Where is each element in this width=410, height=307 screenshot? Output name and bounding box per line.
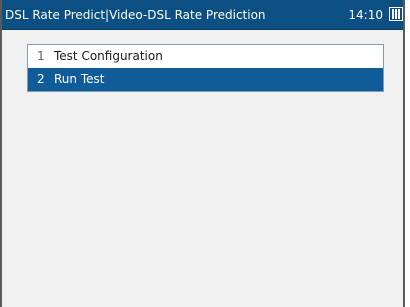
menu-item-label: Run Test [54, 72, 105, 86]
clock: 14:10 [348, 8, 383, 22]
menu-item-number: 1 [37, 49, 45, 63]
window-title: DSL Rate Predict|Video-DSL Rate Predicti… [5, 8, 266, 22]
menu-item-run-test[interactable]: 2 Run Test [28, 68, 383, 91]
menu-item-number: 2 [37, 72, 45, 86]
title-bar: DSL Rate Predict|Video-DSL Rate Predicti… [2, 0, 403, 30]
menu-item-label: Test Configuration [54, 49, 163, 63]
test-menu-list: 1 Test Configuration 2 Run Test [27, 44, 384, 92]
battery-icon [389, 7, 403, 21]
menu-item-test-configuration[interactable]: 1 Test Configuration [28, 45, 383, 68]
device-screen: DSL Rate Predict|Video-DSL Rate Predicti… [0, 0, 405, 307]
